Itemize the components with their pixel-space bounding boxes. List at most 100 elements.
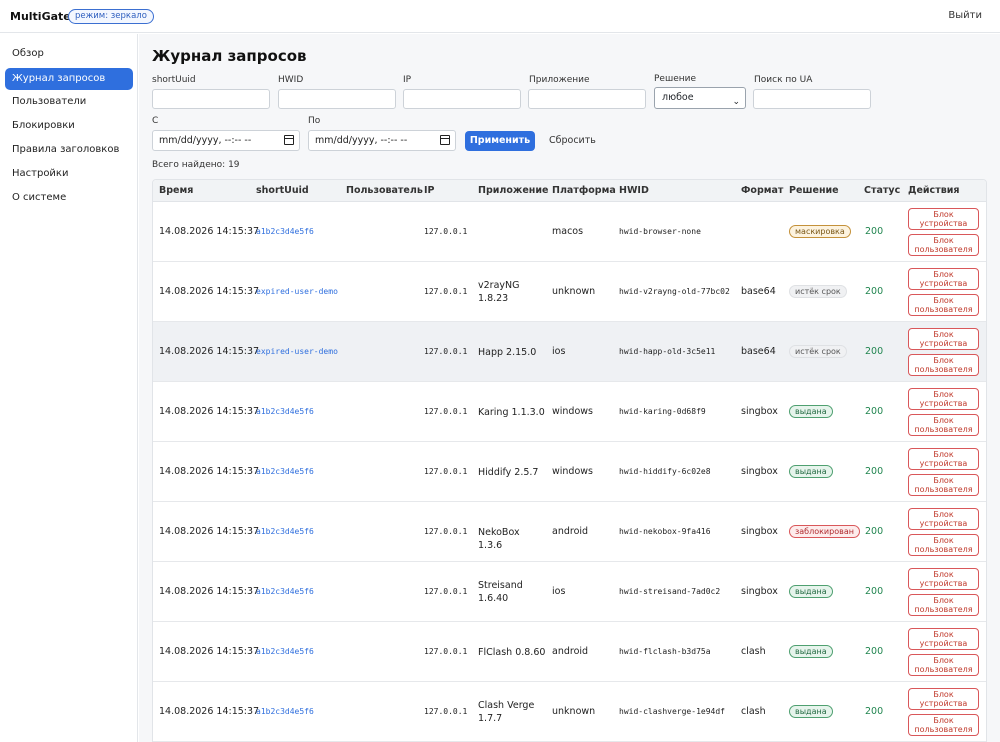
block-user-button[interactable]: Блок пользователя [908,294,979,316]
block-device-label-1: Блок [933,690,954,699]
decision-badge: истёк срок [789,345,847,358]
block-device-button[interactable]: Блок устройства [908,568,979,590]
block-device-button[interactable]: Блок устройства [908,508,979,530]
block-user-button[interactable]: Блок пользователя [908,234,979,256]
cell-format: base64 [741,286,776,297]
block-user-button[interactable]: Блок пользователя [908,594,979,616]
cell-app: v2rayNG 1.8.23 [478,279,546,305]
block-user-button[interactable]: Блок пользователя [908,534,979,556]
table-row: 14.08.2026 14:15:37 a1b2c3d4e5f6 127.0.0.1… [153,382,986,442]
sidebar-item-about[interactable]: О системе [5,187,133,209]
block-user-button[interactable]: Блок пользователя [908,414,979,436]
cell-shortuuid-link[interactable]: a1b2c3d4e5f6 [256,467,314,476]
block-device-label-2: устройства [919,279,968,288]
reset-button[interactable]: Сбросить [549,135,596,146]
cell-app-name: Happ 2.15.0 [478,347,537,358]
apply-button[interactable]: Применить [465,131,535,151]
decision-badge: выдана [789,645,833,658]
table-row: 14.08.2026 14:15:37 a1b2c3d4e5f6 127.0.0.1… [153,502,986,562]
cell-ip: 127.0.0.1 [424,407,468,416]
block-device-label-2: устройства [919,699,968,708]
table-row: 14.08.2026 14:15:37 expired-user-demo 127.… [153,322,986,382]
status-code: 200 [865,226,884,237]
decision-badge: маскировка [789,225,851,238]
block-device-label-1: Блок [933,570,954,579]
cell-app-name: Clash Verge [478,700,535,711]
cell-shortuuid-link[interactable]: a1b2c3d4e5f6 [256,707,314,716]
block-user-label-1: Блок [933,236,954,245]
block-device-button[interactable]: Блок устройства [908,208,979,230]
block-device-button[interactable]: Блок устройства [908,328,979,350]
block-user-label-1: Блок [933,656,954,665]
cell-hwid: hwid-hiddify-6c02e8 [619,467,711,476]
block-device-label-2: устройства [919,399,968,408]
block-device-label-2: устройства [919,519,968,528]
cell-time: 14.08.2026 14:15:37 [159,286,260,297]
decision-select-value: любое [662,92,694,103]
cell-hwid: hwid-streisand-7ad0c2 [619,587,721,596]
block-device-label-1: Блок [933,330,954,339]
block-device-button[interactable]: Блок устройства [908,448,979,470]
ua-search-input[interactable] [753,89,871,109]
cell-app: Happ 2.15.0 [478,346,546,359]
block-user-button[interactable]: Блок пользователя [908,354,979,376]
chevron-down-icon: ⌄ [732,97,740,107]
block-user-button[interactable]: Блок пользователя [908,654,979,676]
calendar-icon[interactable] [284,135,294,145]
decision-badge: истёк срок [789,285,847,298]
cell-app: Hiddify 2.5.7 [478,466,546,479]
hwid-input[interactable] [278,89,396,109]
cell-ip: 127.0.0.1 [424,467,468,476]
decision-select[interactable]: любое ⌄ [654,87,746,109]
status-code: 200 [865,286,884,297]
table-row: 14.08.2026 14:15:37 a1b2c3d4e5f6 127.0.0.1… [153,682,986,742]
cell-shortuuid-link[interactable]: expired-user-demo [256,347,338,356]
block-device-label-2: устройства [919,639,968,648]
from-datetime-input[interactable]: mm/dd/yyyy, --:-- -- [152,130,300,151]
status-code: 200 [865,586,884,597]
block-device-label-1: Блок [933,450,954,459]
block-device-label-1: Блок [933,270,954,279]
cell-shortuuid-link[interactable]: a1b2c3d4e5f6 [256,527,314,536]
decision-badge: выдана [789,465,833,478]
to-datetime-input[interactable]: mm/dd/yyyy, --:-- -- [308,130,456,151]
status-code: 200 [865,646,884,657]
cell-shortuuid-link[interactable]: a1b2c3d4e5f6 [256,647,314,656]
block-device-button[interactable]: Блок устройства [908,268,979,290]
block-user-button[interactable]: Блок пользователя [908,474,979,496]
cell-shortuuid-link[interactable]: a1b2c3d4e5f6 [256,587,314,596]
sidebar-item-settings[interactable]: Настройки [5,163,133,185]
cell-platform: ios [552,586,566,597]
cell-platform: unknown [552,706,596,717]
cell-time: 14.08.2026 14:15:37 [159,586,260,597]
cell-shortuuid-link[interactable]: a1b2c3d4e5f6 [256,227,314,236]
cell-time: 14.08.2026 14:15:37 [159,466,260,477]
cell-ip: 127.0.0.1 [424,287,468,296]
sidebar-item-overview[interactable]: Обзор [5,43,133,65]
block-device-button[interactable]: Блок устройства [908,628,979,650]
cell-app-name: NekoBox 1.3.6 [478,527,520,551]
sidebar-item-request-log[interactable]: Журнал запросов [5,68,133,90]
sidebar-item-header-rules[interactable]: Правила заголовков [5,139,133,161]
block-device-label-2: устройства [919,579,968,588]
sidebar-item-blocks[interactable]: Блокировки [5,115,133,137]
block-user-button[interactable]: Блок пользователя [908,714,979,736]
ip-input[interactable] [403,89,521,109]
app-input[interactable] [528,89,646,109]
sidebar-item-users[interactable]: Пользователи [5,91,133,113]
calendar-icon[interactable] [440,135,450,145]
cell-hwid: hwid-karing-0d68f9 [619,407,706,416]
cell-hwid: hwid-flclash-b3d75a [619,647,711,656]
block-device-button[interactable]: Блок устройства [908,388,979,410]
block-device-button[interactable]: Блок устройства [908,688,979,710]
cell-shortuuid-link[interactable]: a1b2c3d4e5f6 [256,407,314,416]
status-code: 200 [865,406,884,417]
cell-ip: 127.0.0.1 [424,227,468,236]
block-user-label-2: пользователя [914,425,973,434]
cell-ip: 127.0.0.1 [424,707,468,716]
shortuuid-input[interactable] [152,89,270,109]
cell-platform: android [552,646,589,657]
cell-shortuuid-link[interactable]: expired-user-demo [256,287,338,296]
table-row: 14.08.2026 14:15:37 a1b2c3d4e5f6 127.0.0.1… [153,622,986,682]
logout-button[interactable]: Выйти [948,10,982,21]
